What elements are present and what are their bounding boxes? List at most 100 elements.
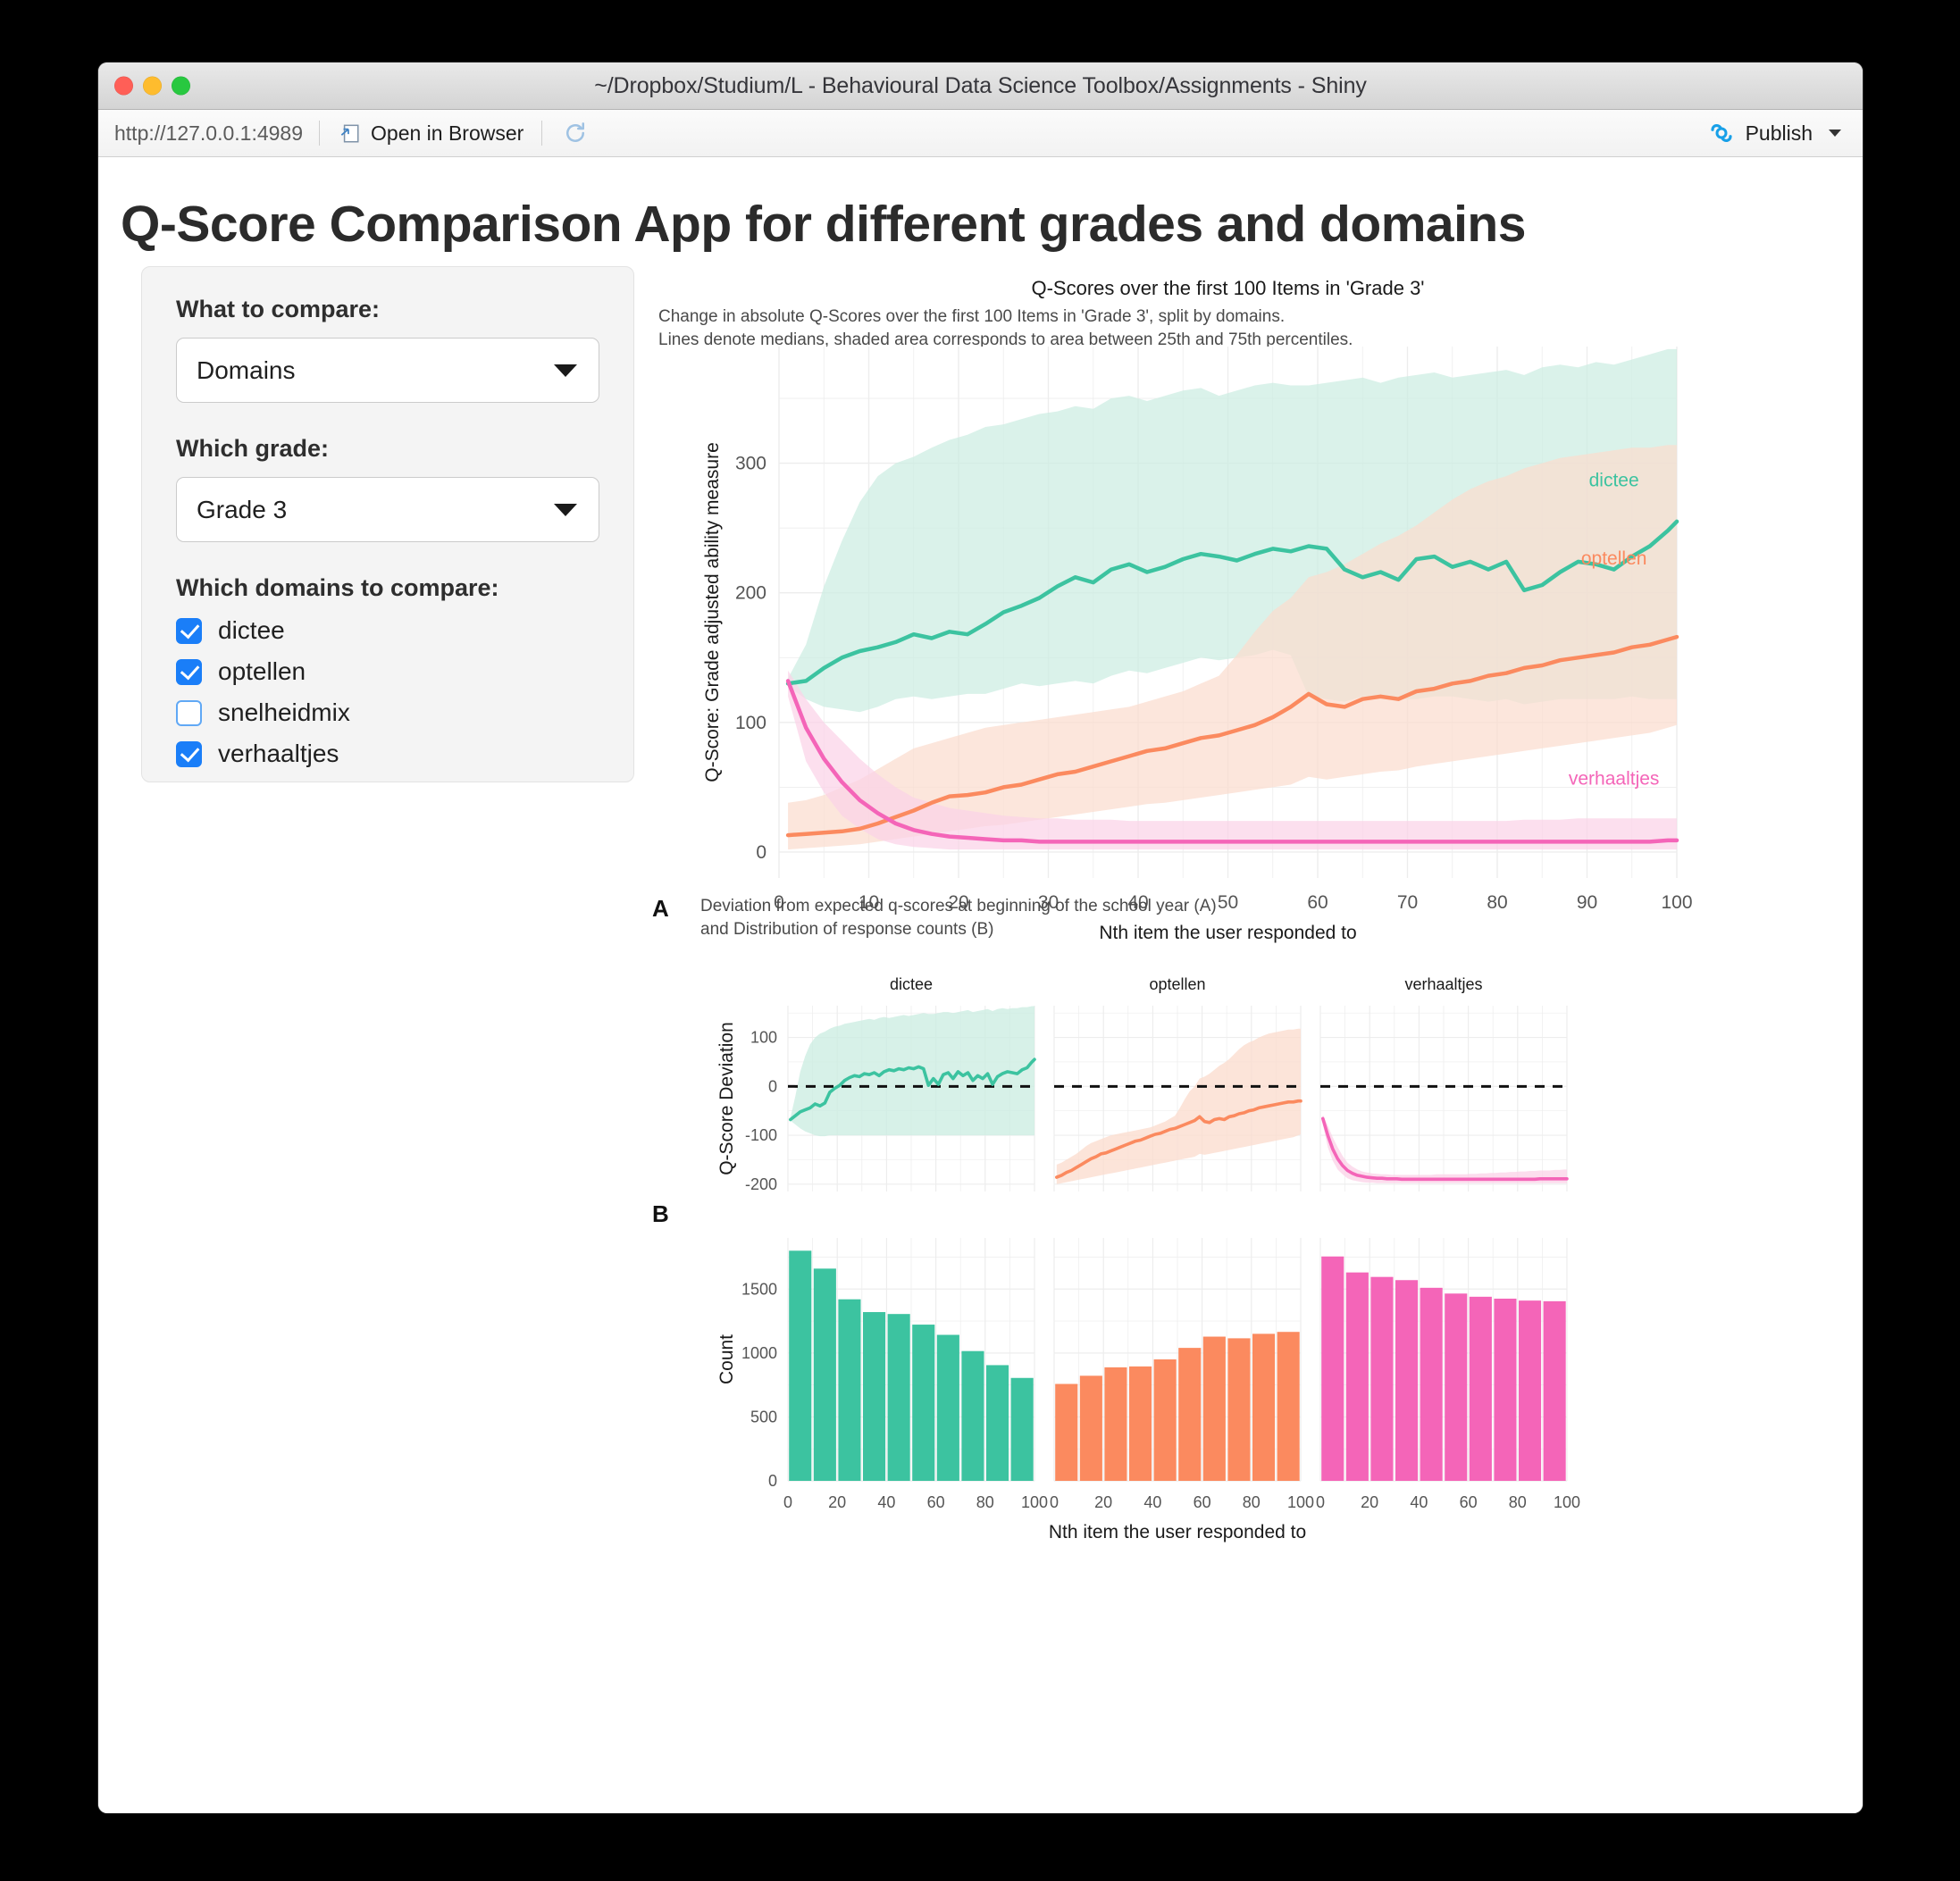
main-xtick: 50	[1218, 892, 1238, 913]
counts-xtick: 100	[1021, 1493, 1048, 1511]
checkbox-snelheidmix-label: snelheidmix	[218, 698, 350, 726]
counts-bar-dictee	[813, 1268, 836, 1481]
checkbox-optellen-box[interactable]	[176, 658, 202, 685]
checkbox-verhaaltjes[interactable]: verhaaltjes	[176, 740, 599, 768]
main-ytick: 100	[735, 713, 766, 733]
counts-xtick: 100	[1287, 1493, 1314, 1511]
main-legend-dictee: dictee	[1589, 471, 1639, 491]
deviation-caption-1: Deviation from expected q-scores at begi…	[700, 897, 1217, 915]
deviation-facet-label-dictee: dictee	[890, 975, 933, 993]
main-chart-subtitle-1: Change in absolute Q-Scores over the fir…	[658, 307, 1285, 326]
counts-bar-optellen	[1227, 1338, 1251, 1481]
counts-xtick: 60	[1194, 1493, 1211, 1511]
checkbox-snelheidmix[interactable]: snelheidmix	[176, 698, 599, 727]
checkbox-snelheidmix-box[interactable]	[176, 699, 202, 726]
counts-bar-dictee	[986, 1365, 1009, 1481]
counts-bar-dictee	[912, 1325, 935, 1481]
maximize-button[interactable]	[172, 76, 190, 96]
counts-xtick: 60	[1460, 1493, 1478, 1511]
counts-bar-dictee	[887, 1314, 910, 1481]
counts-xtick: 80	[1243, 1493, 1261, 1511]
which-grade-label: Which grade:	[176, 435, 330, 462]
which-domains-label: Which domains to compare:	[176, 574, 499, 601]
main-xtick: 100	[1661, 892, 1692, 913]
counts-xtick: 0	[783, 1493, 792, 1511]
which-grade-select[interactable]: Grade 3	[176, 477, 599, 542]
minimize-button[interactable]	[143, 76, 162, 96]
main-chart-title: Q-Scores over the first 100 Items in 'Gr…	[1031, 277, 1424, 299]
screenshot-root: ~/Dropbox/Studium/L - Behavioural Data S…	[0, 0, 1960, 1881]
counts-bar-verhaaltjes	[1543, 1300, 1566, 1481]
main-ytick: 300	[735, 454, 766, 474]
window-titlebar: ~/Dropbox/Studium/L - Behavioural Data S…	[98, 63, 1863, 110]
which-grade-value: Grade 3	[197, 495, 288, 523]
deviation-ytick: 100	[750, 1029, 777, 1047]
counts-bar-optellen	[1055, 1384, 1078, 1481]
counts-xtick: 40	[877, 1493, 895, 1511]
chevron-down-icon[interactable]	[1829, 130, 1841, 137]
refresh-icon	[566, 122, 585, 142]
main-chart-subtitle-2: Lines denote medians, shaded area corres…	[658, 330, 1353, 349]
plot-output-area: Q-Scores over the first 100 Items in 'Gr…	[652, 266, 1831, 1785]
publish-button[interactable]: Publish	[1708, 120, 1841, 146]
chevron-down-icon[interactable]	[554, 364, 577, 377]
deviation-ytick: -200	[745, 1175, 777, 1193]
open-in-browser-icon	[340, 124, 359, 143]
counts-xtick: 40	[1143, 1493, 1161, 1511]
counts-bar-optellen	[1252, 1333, 1276, 1481]
main-xtick: 60	[1307, 892, 1328, 913]
checkbox-optellen[interactable]: optellen	[176, 657, 599, 686]
open-in-browser-label: Open in Browser	[371, 121, 524, 145]
counts-bar-verhaaltjes	[1494, 1299, 1517, 1481]
deviation-facet-label-verhaaltjes: verhaaltjes	[1404, 975, 1482, 993]
checkbox-verhaaltjes-box[interactable]	[176, 740, 202, 767]
counts-xtick: 100	[1554, 1493, 1580, 1511]
counts-bar-optellen	[1277, 1332, 1300, 1481]
panel-tag-A: A	[652, 895, 669, 922]
counts-xtick: 20	[828, 1493, 846, 1511]
counts-bar-verhaaltjes	[1321, 1256, 1344, 1481]
publish-label: Publish	[1745, 121, 1813, 145]
main-xtick: 70	[1397, 892, 1418, 913]
what-to-compare-select[interactable]: Domains	[176, 338, 599, 403]
counts-ytick: 500	[750, 1408, 777, 1425]
reload-button[interactable]	[542, 120, 608, 146]
publish-icon	[1710, 123, 1732, 143]
main-xtick: 80	[1487, 892, 1507, 913]
open-in-browser-button[interactable]: Open in Browser	[320, 121, 541, 146]
close-button[interactable]	[114, 76, 133, 96]
counts-xtick: 20	[1361, 1493, 1378, 1511]
window-title: ~/Dropbox/Studium/L - Behavioural Data S…	[594, 72, 1367, 98]
rstudio-shiny-window: ~/Dropbox/Studium/L - Behavioural Data S…	[98, 63, 1863, 1813]
counts-bar-dictee	[936, 1334, 959, 1481]
window-traffic-lights[interactable]	[114, 76, 190, 96]
chevron-down-icon[interactable]	[554, 503, 577, 516]
address-text[interactable]: http://127.0.0.1:4989	[114, 121, 319, 146]
counts-bar-verhaaltjes	[1519, 1300, 1542, 1481]
counts-bar-verhaaltjes	[1469, 1296, 1492, 1481]
counts-yaxis-label: Count	[716, 1334, 737, 1384]
checkbox-dictee-label: dictee	[218, 616, 285, 644]
counts-ytick: 1500	[741, 1280, 777, 1298]
counts-bar-dictee	[863, 1312, 886, 1481]
deviation-caption-2: and Distribution of response counts (B)	[700, 920, 993, 939]
counts-xaxis-label: Nth item the user responded to	[1049, 1522, 1306, 1542]
counts-xtick: 40	[1410, 1493, 1428, 1511]
counts-xtick: 80	[976, 1493, 994, 1511]
counts-bar-verhaaltjes	[1345, 1272, 1369, 1481]
counts-bar-verhaaltjes	[1370, 1276, 1394, 1481]
main-legend-optellen: optellen	[1581, 548, 1647, 569]
counts-xtick: 0	[1050, 1493, 1059, 1511]
counts-bar-dictee	[789, 1250, 812, 1481]
checkbox-dictee[interactable]: dictee	[176, 616, 599, 645]
viewer-toolbar: http://127.0.0.1:4989 Open in Browser Pu…	[98, 110, 1863, 157]
counts-bar-optellen	[1202, 1336, 1226, 1481]
counts-bar-optellen	[1178, 1348, 1202, 1481]
counts-bar-optellen	[1153, 1359, 1177, 1481]
counts-xtick: 80	[1509, 1493, 1527, 1511]
q-score-plots: Q-Scores over the first 100 Items in 'Gr…	[652, 277, 1693, 1542]
main-xtick: 90	[1577, 892, 1597, 913]
counts-bar-optellen	[1079, 1375, 1102, 1481]
what-to-compare-label: What to compare:	[176, 296, 381, 322]
checkbox-dictee-box[interactable]	[176, 617, 202, 644]
